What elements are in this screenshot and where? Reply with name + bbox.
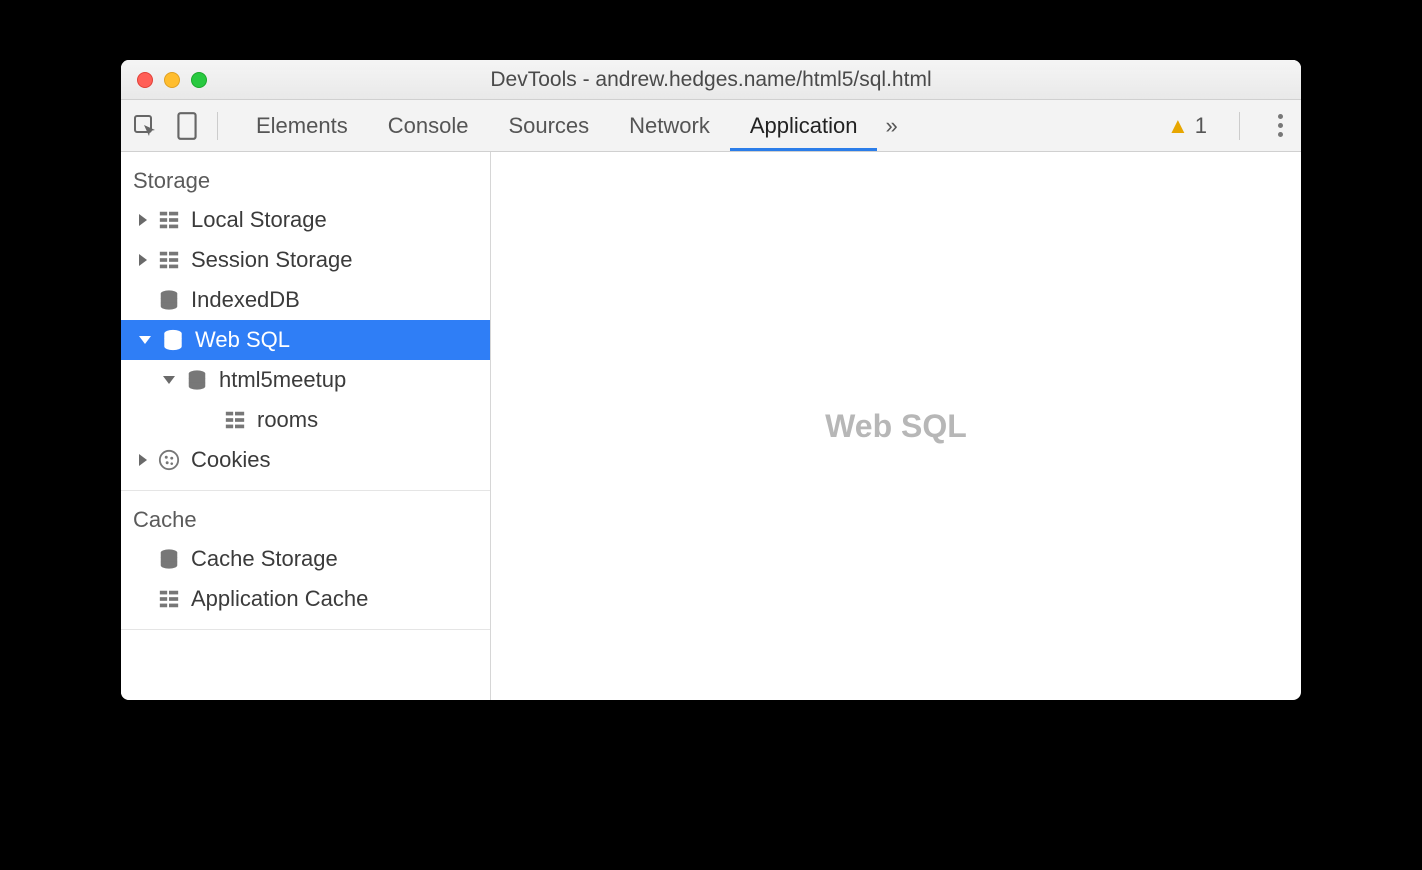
sidebar-item-label: Web SQL (195, 327, 290, 353)
placeholder-text: Web SQL (825, 408, 967, 445)
tab-application[interactable]: Application (730, 100, 878, 151)
sidebar-item-table[interactable]: rooms (121, 400, 490, 440)
database-icon (157, 547, 181, 571)
database-icon (185, 368, 209, 392)
panel-body: Storage Local Storage Session Storage (121, 152, 1301, 700)
settings-menu-icon[interactable] (1272, 108, 1289, 143)
cache-header: Cache (121, 499, 490, 539)
sidebar-item-cache-storage[interactable]: Cache Storage (121, 539, 490, 579)
expand-icon (139, 254, 147, 266)
warnings-indicator[interactable]: ▲ 1 (1167, 113, 1207, 139)
devtools-window: DevTools - andrew.hedges.name/html5/sql.… (121, 60, 1301, 700)
warning-count: 1 (1195, 113, 1207, 139)
minimize-window-button[interactable] (164, 72, 180, 88)
sidebar-item-session-storage[interactable]: Session Storage (121, 240, 490, 280)
tab-sources[interactable]: Sources (488, 100, 609, 151)
tab-elements[interactable]: Elements (236, 100, 368, 151)
expand-icon (139, 214, 147, 226)
sidebar-item-indexeddb[interactable]: IndexedDB (121, 280, 490, 320)
sidebar-item-label: rooms (257, 407, 318, 433)
toolbar-divider (1239, 112, 1240, 140)
collapse-icon (163, 376, 175, 384)
cookie-icon (157, 448, 181, 472)
database-icon (161, 328, 185, 352)
storage-grid-icon (157, 587, 181, 611)
sidebar-item-application-cache[interactable]: Application Cache (121, 579, 490, 619)
tab-label: Sources (508, 113, 589, 139)
storage-section: Storage Local Storage Session Storage (121, 152, 490, 491)
inspect-element-icon[interactable] (133, 114, 157, 138)
window-controls (121, 72, 207, 88)
sidebar-item-label: Cache Storage (191, 546, 338, 572)
storage-header: Storage (121, 160, 490, 200)
devtools-toolbar: Elements Console Sources Network Applica… (121, 100, 1301, 152)
zoom-window-button[interactable] (191, 72, 207, 88)
titlebar: DevTools - andrew.hedges.name/html5/sql.… (121, 60, 1301, 100)
database-icon (157, 288, 181, 312)
panel-tabs: Elements Console Sources Network Applica… (236, 100, 906, 151)
toolbar-divider (217, 112, 218, 140)
tab-label: Network (629, 113, 710, 139)
sidebar-item-cookies[interactable]: Cookies (121, 440, 490, 480)
sidebar-item-local-storage[interactable]: Local Storage (121, 200, 490, 240)
cache-section: Cache Cache Storage Application Cache (121, 491, 490, 630)
expand-icon (139, 454, 147, 466)
tab-label: Application (750, 113, 858, 139)
sidebar-item-database[interactable]: html5meetup (121, 360, 490, 400)
tab-console[interactable]: Console (368, 100, 489, 151)
main-content: Web SQL (491, 152, 1301, 700)
close-window-button[interactable] (137, 72, 153, 88)
sidebar-item-label: Session Storage (191, 247, 352, 273)
sidebar-item-label: Application Cache (191, 586, 368, 612)
table-icon (223, 408, 247, 432)
sidebar-item-label: Local Storage (191, 207, 327, 233)
warning-icon: ▲ (1167, 113, 1189, 139)
storage-grid-icon (157, 248, 181, 272)
device-toggle-icon[interactable] (175, 114, 199, 138)
sidebar-item-web-sql[interactable]: Web SQL (121, 320, 490, 360)
tab-network[interactable]: Network (609, 100, 730, 151)
application-sidebar: Storage Local Storage Session Storage (121, 152, 491, 700)
more-tabs-icon[interactable]: » (877, 113, 905, 139)
window-title: DevTools - andrew.hedges.name/html5/sql.… (121, 68, 1301, 92)
tab-label: Console (388, 113, 469, 139)
sidebar-item-label: html5meetup (219, 367, 346, 393)
sidebar-item-label: IndexedDB (191, 287, 300, 313)
storage-grid-icon (157, 208, 181, 232)
tab-label: Elements (256, 113, 348, 139)
sidebar-item-label: Cookies (191, 447, 270, 473)
collapse-icon (139, 336, 151, 344)
